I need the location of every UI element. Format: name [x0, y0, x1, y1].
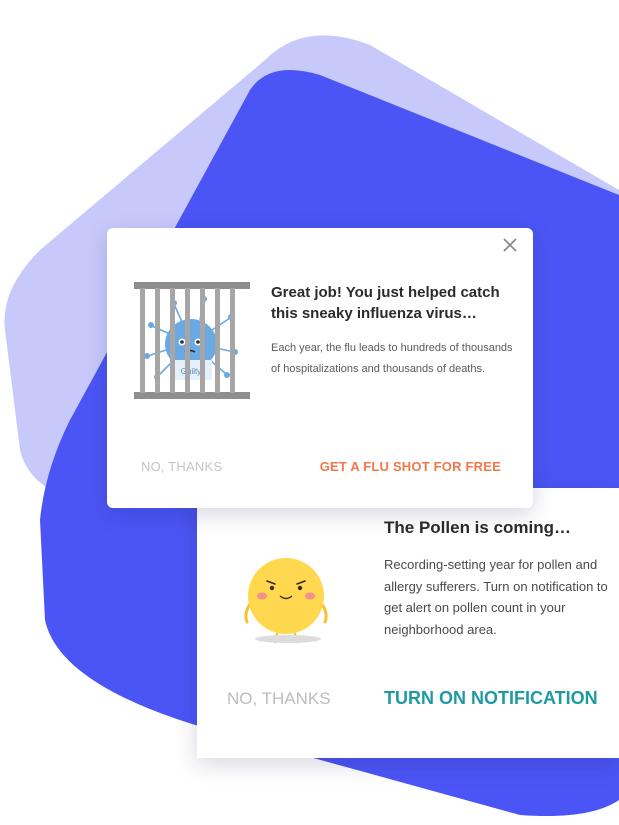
flu-card-body: Each year, the flu leads to hundreds of … — [271, 342, 513, 375]
flu-shot-popup-card: Guilty Great job! You just helped catch … — [107, 228, 533, 508]
pollen-character-illustration — [244, 558, 328, 644]
pollen-card-body: Recording-setting year for pollen and al… — [384, 557, 608, 637]
pollen-card-title: The Pollen is coming… — [384, 518, 572, 537]
close-icon[interactable] — [501, 236, 519, 254]
turn-on-notification-button[interactable]: TURN ON NOTIFICATION — [384, 688, 598, 709]
flu-no-thanks-button[interactable]: NO, THANKS — [141, 459, 222, 474]
flu-card-title: Great job! You just helped catch this sn… — [271, 284, 500, 322]
pollen-no-thanks-button[interactable]: NO, THANKS — [227, 689, 331, 709]
pollen-shadow — [255, 635, 321, 643]
pollen-popup-card: The Pollen is coming… Recording-setting … — [197, 488, 619, 758]
jailed-virus-illustration: Guilty — [134, 282, 250, 399]
guilty-sign-label: Guilty — [181, 367, 201, 376]
get-flu-shot-button[interactable]: GET A FLU SHOT FOR FREE — [320, 459, 501, 474]
